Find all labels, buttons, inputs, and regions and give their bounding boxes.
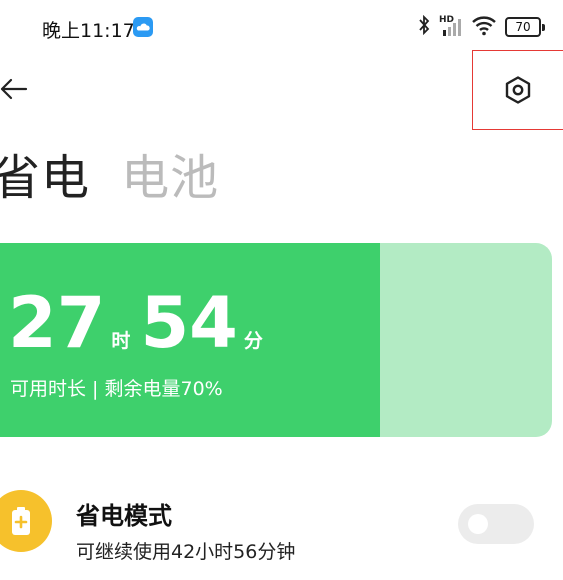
minutes-unit: 分 bbox=[243, 330, 263, 352]
battery-plus-icon bbox=[0, 490, 52, 552]
battery-tip bbox=[542, 23, 545, 31]
title-tabs: 省电 电池 bbox=[0, 138, 219, 208]
power-saver-description: 可继续使用42小时56分钟 bbox=[76, 541, 296, 563]
status-icons: HD 70 bbox=[409, 14, 545, 40]
power-saver-toggle[interactable] bbox=[458, 504, 534, 544]
remaining-time: 27 时 54 分 bbox=[8, 283, 273, 363]
hours-value: 27 bbox=[8, 282, 106, 364]
toggle-knob bbox=[468, 514, 488, 534]
battery-subtitle: 可用时长 | 剩余电量70% bbox=[10, 378, 223, 400]
battery-icon: 70 bbox=[505, 17, 545, 37]
wifi-icon bbox=[471, 14, 497, 40]
hours-unit: 时 bbox=[111, 330, 131, 352]
signal-icon: HD bbox=[439, 15, 463, 39]
power-saver-row[interactable]: 省电模式 可继续使用42小时56分钟 bbox=[0, 482, 563, 572]
status-bar: 晚上11:17 HD 70 bbox=[0, 0, 563, 56]
tab-battery[interactable]: 电池 bbox=[121, 150, 219, 206]
status-time: 晚上11:17 bbox=[42, 20, 135, 42]
minutes-value: 54 bbox=[140, 282, 238, 364]
arrow-left-icon bbox=[0, 78, 28, 100]
battery-card[interactable]: 27 时 54 分 可用时长 | 剩余电量70% bbox=[0, 243, 552, 437]
power-saver-title: 省电模式 bbox=[76, 502, 172, 530]
bluetooth-icon bbox=[417, 14, 431, 39]
back-button[interactable] bbox=[0, 72, 34, 106]
settings-button[interactable] bbox=[472, 50, 563, 130]
cloud-icon bbox=[133, 17, 153, 41]
battery-settings-screen: 晚上11:17 HD 70 省电 电池 27 时 54 分 可用时长 | 剩余电… bbox=[0, 0, 563, 580]
tab-power-saving[interactable]: 省电 bbox=[0, 150, 90, 206]
battery-level: 70 bbox=[505, 17, 541, 37]
hexagon-settings-icon bbox=[505, 76, 531, 104]
